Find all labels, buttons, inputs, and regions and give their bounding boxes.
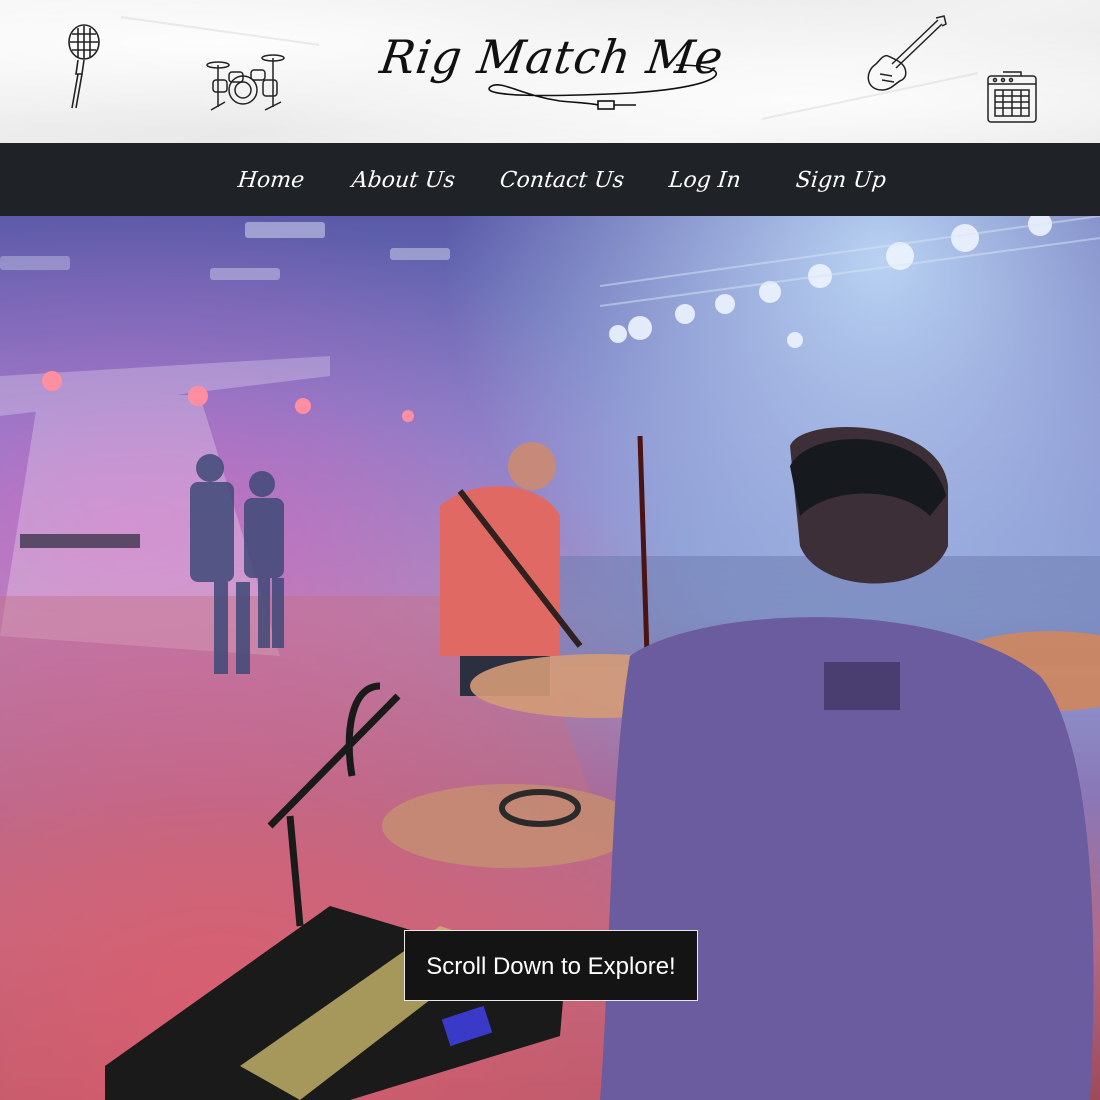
paper-texture	[120, 16, 320, 46]
drum-kit-icon	[206, 54, 285, 111]
ceiling-lights	[0, 216, 1052, 348]
keyboard	[20, 534, 140, 548]
hero-image: Scroll Down to Explore!	[0, 216, 1100, 1100]
guitar-cable-icon	[488, 64, 718, 110]
electric-guitar-icon	[867, 15, 947, 91]
nav-login-link[interactable]: Log In	[665, 143, 744, 216]
scroll-explore-button[interactable]: Scroll Down to Explore!	[404, 930, 698, 1001]
microphone-icon	[68, 24, 100, 109]
nav-contact-link[interactable]: Contact Us	[496, 143, 628, 216]
nav-signup-link[interactable]: Sign Up	[792, 143, 890, 216]
header-banner: Rig Match Me	[0, 0, 1100, 143]
nav-home-link[interactable]: Home	[234, 143, 308, 216]
nav-about-link[interactable]: About Us	[348, 143, 459, 216]
main-nav: Home About Us Contact Us Log In Sign Up	[0, 143, 1100, 216]
lighting-truss	[599, 216, 1100, 307]
amplifier-icon	[987, 71, 1037, 123]
